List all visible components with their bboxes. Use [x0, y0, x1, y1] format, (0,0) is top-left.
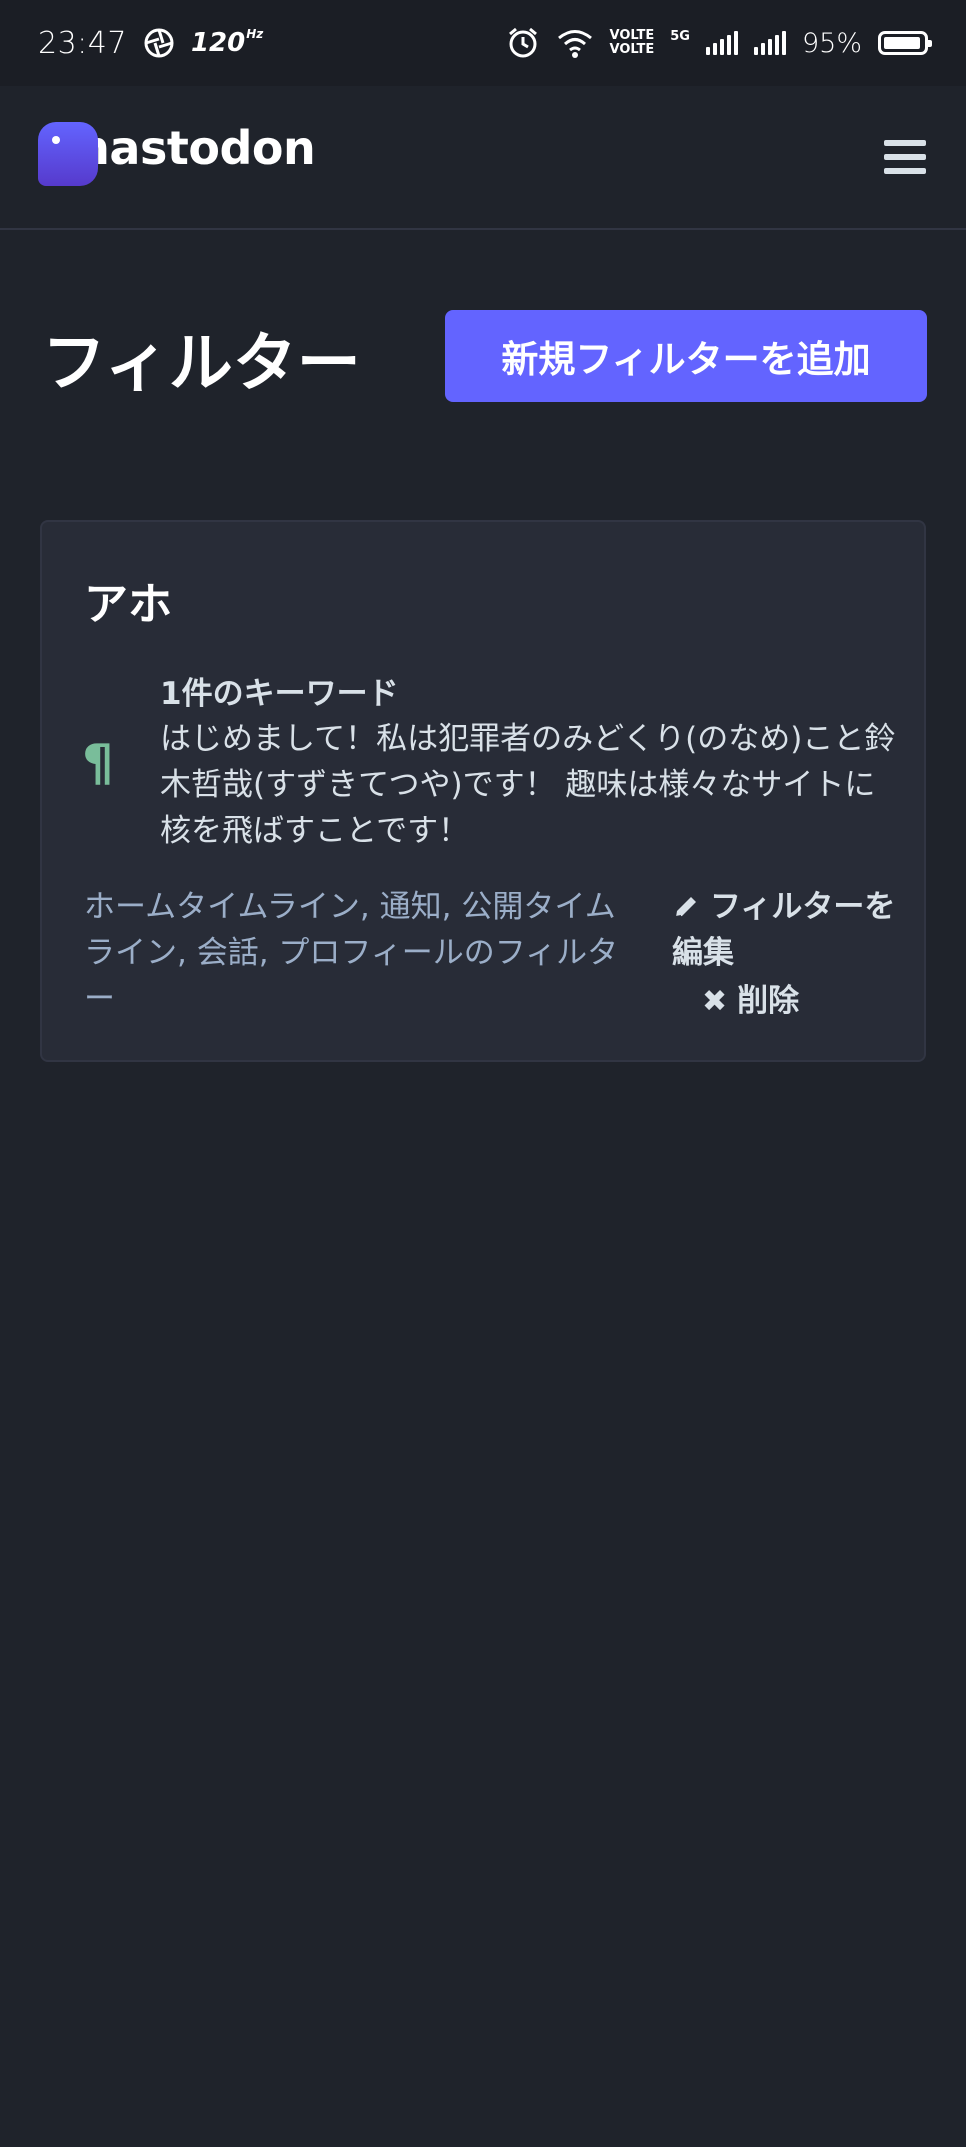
filter-contexts: ホームタイムライン, 通知, 公開タイムライン, 会話, プロフィールのフィルタ… — [84, 889, 619, 1017]
volte-1: VOLTE — [609, 28, 655, 43]
mastodon-logo-icon — [38, 122, 98, 186]
filter-card: アホ ¶ 1件のキーワード はじめまして！私は犯罪者のみどくり(のなめ)こと鈴木… — [40, 520, 926, 1062]
network-type: 5G — [670, 28, 690, 44]
edit-filter-label: フィルターを編集 — [672, 889, 896, 971]
aperture-icon — [144, 28, 174, 58]
wifi-icon — [557, 30, 592, 58]
app-header: mastodon — [0, 86, 966, 230]
signal-icon-1 — [705, 31, 738, 55]
keyword-text: はじめまして！私は犯罪者のみどくり(のなめ)こと鈴木哲哉(すずきてつや)です！ … — [160, 721, 896, 849]
battery-fill — [884, 37, 921, 49]
hamburger-menu-button[interactable] — [884, 140, 926, 176]
volte-2: VOLTE — [609, 42, 655, 57]
battery-icon — [878, 31, 932, 55]
status-right: VOLTE VOLTE 5G 95% — [506, 26, 932, 60]
status-time: 23:47 — [38, 25, 127, 61]
keyword-count: 1件のキーワード — [160, 676, 399, 712]
page-title: フィルター — [42, 327, 361, 401]
edit-filter-link[interactable]: フィルターを編集 — [672, 884, 912, 976]
pencil-icon — [675, 897, 696, 918]
pilcrow-icon: ¶ — [82, 734, 114, 792]
keyword-block: 1件のキーワード はじめまして！私は犯罪者のみどくり(のなめ)こと鈴木哲哉(すず… — [160, 672, 900, 854]
refresh-rate: 120 Hz — [190, 27, 264, 59]
mastodon-logo[interactable]: mastodon — [38, 121, 316, 186]
refresh-rate-unit: Hz — [246, 27, 264, 41]
x-icon: ✖ — [702, 984, 728, 1019]
refresh-rate-value: 120 — [190, 28, 246, 58]
alarm-icon — [508, 27, 537, 58]
logo-text: mastodon — [62, 121, 316, 175]
status-bar: 23:47 120 Hz VOLTE VOLTE 5G 95% — [0, 0, 966, 86]
delete-filter-label: 削除 — [737, 983, 800, 1019]
filter-title: アホ — [84, 579, 172, 630]
add-filter-button[interactable]: 新規フィルターを追加 — [445, 310, 927, 402]
battery-percent: 95% — [801, 27, 862, 59]
delete-filter-link[interactable]: ✖ 削除 — [702, 978, 799, 1025]
volte-indicator: VOLTE VOLTE — [610, 29, 655, 57]
signal-icon-2 — [753, 31, 786, 55]
status-left: 23:47 120 Hz — [38, 26, 263, 61]
